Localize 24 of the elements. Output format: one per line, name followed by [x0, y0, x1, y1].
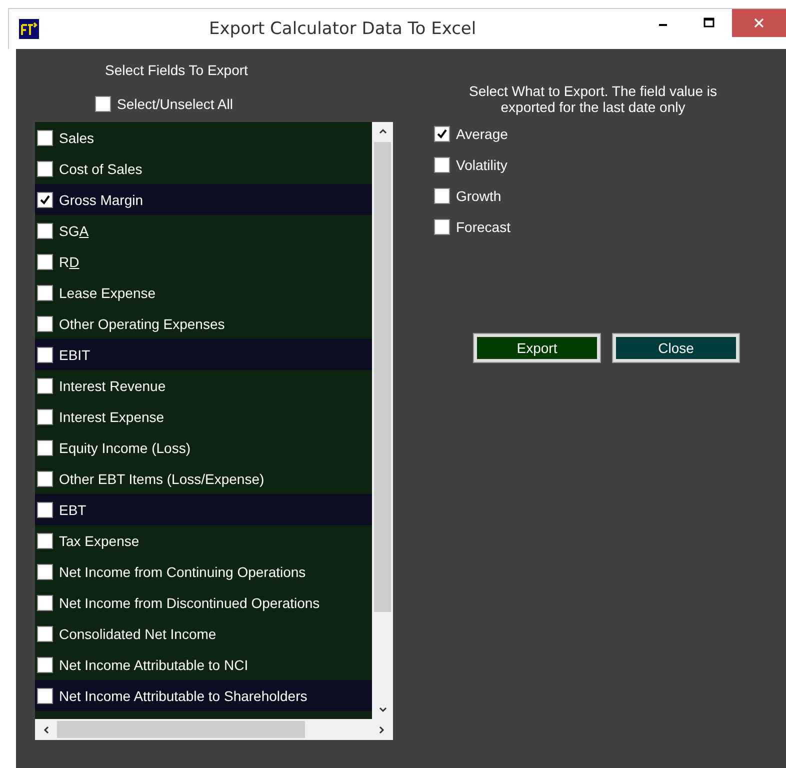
window-title: Export Calculator Data To Excel	[209, 19, 476, 39]
scroll-down-icon[interactable]	[378, 705, 388, 715]
app-logo-icon	[19, 19, 39, 39]
field-list-item[interactable]: Gross Margin	[35, 184, 372, 215]
minimize-icon	[659, 24, 667, 26]
export-instructions: Select What to Export. The field value is exported for the last date only	[468, 83, 718, 115]
select-all-checkbox[interactable]: Select/Unselect All	[95, 96, 233, 112]
close-button[interactable]: Close	[613, 334, 739, 362]
checkmark-icon	[38, 192, 52, 206]
field-list-item[interactable]: EBIT	[35, 339, 372, 370]
field-list-item[interactable]: EBT	[35, 494, 372, 525]
export-option-checkbox[interactable]: Forecast	[434, 218, 786, 236]
scroll-right-icon[interactable]	[377, 724, 387, 734]
close-icon	[753, 17, 765, 29]
scroll-up-icon[interactable]	[378, 126, 388, 136]
export-option-checkbox[interactable]: Growth	[434, 187, 786, 205]
scroll-left-icon[interactable]	[41, 724, 51, 734]
maximize-icon	[703, 17, 715, 29]
export-option-checkbox[interactable]: Average	[434, 125, 786, 143]
fields-heading: Select Fields To Export	[105, 62, 248, 78]
export-button[interactable]: Export	[474, 334, 600, 362]
checkmark-icon	[435, 127, 449, 141]
field-list-item[interactable]: Net Income Attributable to Shareholders	[35, 680, 372, 711]
export-option-checkbox[interactable]: Volatility	[434, 156, 786, 174]
